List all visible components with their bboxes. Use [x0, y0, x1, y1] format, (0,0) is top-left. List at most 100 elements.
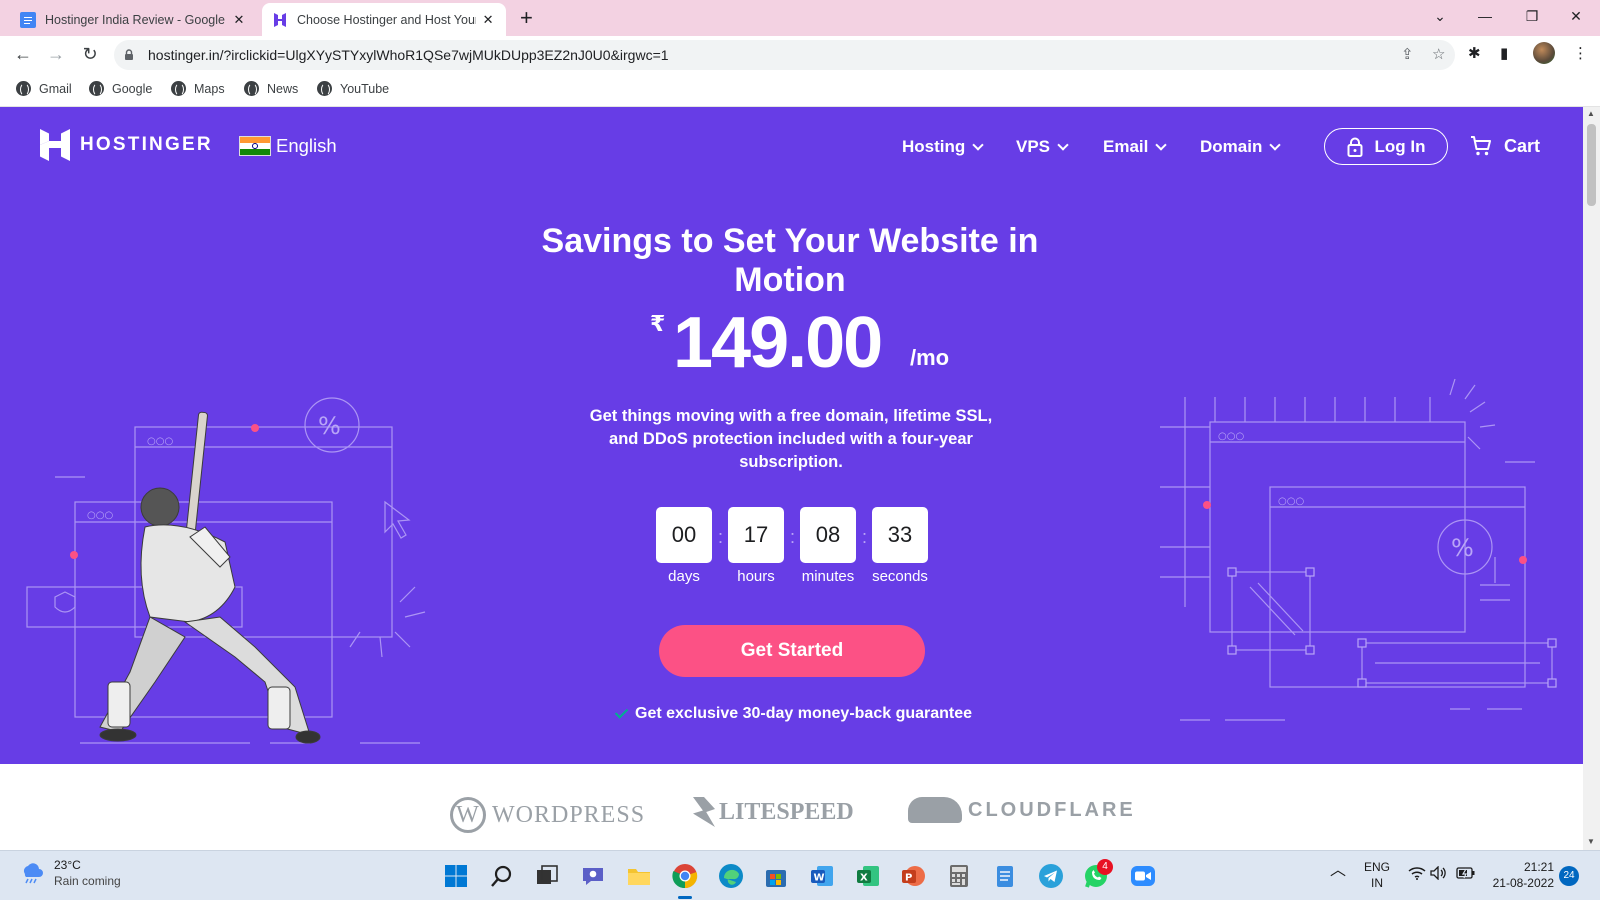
bookmark-google[interactable]: Google	[89, 81, 152, 96]
countdown-hours: 17 hours	[728, 507, 784, 585]
tab-search-chevron-icon[interactable]: ⌄	[1420, 4, 1460, 28]
telegram-icon[interactable]	[1038, 863, 1064, 889]
svg-text:%: %	[1451, 534, 1474, 562]
teams-chat-icon[interactable]	[580, 863, 606, 889]
price-display: ₹ 149.00 /mo	[650, 303, 970, 385]
scroll-up-arrow-icon[interactable]: ▲	[1587, 109, 1595, 118]
forward-arrow-icon[interactable]: →	[44, 42, 68, 66]
nav-label: Domain	[1200, 137, 1263, 156]
extensions-puzzle-icon[interactable]: ✱	[1468, 44, 1481, 62]
svg-text:X: X	[860, 873, 868, 884]
chrome-icon[interactable]	[672, 863, 698, 889]
browser-tab-docs[interactable]: Hostinger India Review - Google ✕	[10, 3, 260, 36]
web-page: HOSTINGER English Hosting VPS Email Doma…	[0, 107, 1583, 850]
microsoft-store-icon[interactable]	[763, 863, 789, 889]
cart-icon	[1471, 136, 1491, 156]
currency-symbol: ₹	[650, 311, 666, 336]
countdown-label: seconds	[872, 568, 928, 585]
input-language[interactable]: ENG IN	[1364, 859, 1390, 891]
login-button[interactable]: Log In	[1324, 128, 1448, 165]
restore-icon[interactable]: ❐	[1512, 4, 1552, 28]
scroll-down-arrow-icon[interactable]: ▼	[1587, 837, 1595, 846]
powerpoint-icon[interactable]: P	[900, 863, 926, 889]
tab-title: Hostinger India Review - Google	[45, 12, 225, 27]
countdown-label: minutes	[801, 568, 855, 585]
zoom-icon[interactable]	[1130, 863, 1156, 889]
browser-tab-hostinger[interactable]: Choose Hostinger and Host Your ✕	[262, 3, 506, 36]
reload-icon[interactable]: ↻	[78, 42, 102, 66]
file-explorer-icon[interactable]	[626, 863, 652, 889]
profile-avatar[interactable]	[1533, 42, 1555, 64]
bookmark-maps[interactable]: Maps	[171, 81, 225, 96]
price-amount: 149.00	[673, 303, 883, 383]
back-arrow-icon[interactable]: ←	[11, 42, 35, 66]
globe-icon	[317, 81, 332, 96]
chevron-down-icon	[1269, 138, 1282, 151]
page-scrollbar[interactable]: ▲ ▼	[1583, 107, 1600, 850]
bookmark-label: Gmail	[39, 81, 72, 96]
chevron-down-icon	[1057, 138, 1069, 151]
partner-cloudflare-logo: CLOUDFLARE	[908, 797, 1136, 823]
countdown-separator: :	[718, 527, 724, 547]
volume-icon[interactable]	[1430, 865, 1448, 884]
hostinger-logo[interactable]: HOSTINGER	[40, 129, 213, 161]
notification-center-badge[interactable]: 24	[1559, 866, 1579, 886]
calculator-icon[interactable]	[946, 863, 972, 889]
close-tab-icon[interactable]: ✕	[231, 12, 247, 28]
minimize-icon[interactable]: —	[1465, 4, 1505, 28]
bookmarks-bar: Gmail Google Maps News YouTube	[0, 73, 1600, 107]
india-flag-icon	[239, 136, 271, 156]
google-docs-icon	[20, 11, 36, 28]
notepad-icon[interactable]	[992, 863, 1018, 889]
bookmark-youtube[interactable]: YouTube	[317, 81, 389, 96]
side-panel-icon[interactable]: ▮	[1500, 44, 1508, 62]
windows-start-icon[interactable]	[443, 863, 469, 889]
menu-kebab-icon[interactable]: ⋮	[1573, 44, 1588, 62]
cricket-player-illustration: ○○○ ○○○ %	[26, 397, 426, 744]
rain-cloud-icon	[23, 863, 43, 884]
tab-title: Choose Hostinger and Host Your	[297, 12, 477, 27]
bookmark-gmail[interactable]: Gmail	[16, 81, 72, 96]
close-tab-icon[interactable]: ✕	[480, 12, 496, 28]
hostinger-logo-icon	[40, 129, 70, 161]
bookmark-news[interactable]: News	[244, 81, 298, 96]
edge-icon[interactable]	[718, 863, 744, 889]
partner-name: LITESPEED	[719, 798, 854, 825]
countdown-value: 00	[656, 507, 712, 563]
weather-widget[interactable]: 23°C Rain coming	[20, 858, 121, 888]
show-hidden-icons-chevron-icon[interactable]: ︿	[1330, 863, 1346, 879]
wifi-icon[interactable]	[1408, 866, 1426, 884]
price-period: /mo	[910, 345, 950, 370]
browser-tab-strip: Hostinger India Review - Google ✕ Choose…	[0, 0, 1600, 36]
svg-text:○○○: ○○○	[147, 436, 173, 447]
language-selector[interactable]: English	[239, 135, 337, 157]
task-view-icon[interactable]	[534, 863, 560, 889]
excel-icon[interactable]: X	[855, 863, 881, 889]
active-app-indicator	[678, 896, 692, 899]
cloud-icon	[908, 797, 962, 823]
litespeed-icon	[693, 797, 715, 827]
clock[interactable]: 21:21 21-08-2022	[1488, 859, 1554, 891]
svg-text:%: %	[318, 412, 341, 440]
get-started-button[interactable]: Get Started	[659, 625, 925, 677]
search-icon[interactable]	[489, 863, 515, 889]
battery-charging-icon[interactable]	[1456, 866, 1476, 884]
money-back-guarantee: Get exclusive 30-day money-back guarante…	[614, 705, 972, 723]
close-window-icon[interactable]: ✕	[1556, 4, 1596, 28]
share-icon[interactable]: ⇪	[1401, 45, 1414, 63]
bookmark-star-icon[interactable]: ☆	[1432, 45, 1445, 63]
new-tab-plus-icon[interactable]: +	[520, 5, 533, 31]
countdown-seconds: 33 seconds	[872, 507, 928, 585]
countdown-value: 33	[872, 507, 928, 563]
nav-email[interactable]: Email	[1103, 137, 1168, 157]
scrollbar-thumb[interactable]	[1587, 124, 1596, 206]
login-label: Log In	[1374, 136, 1426, 156]
chevron-down-icon	[972, 138, 984, 151]
partner-name: WordPress	[492, 801, 646, 828]
nav-vps[interactable]: VPS	[1016, 137, 1069, 157]
word-icon[interactable]: W	[809, 863, 835, 889]
address-bar[interactable]: hostinger.in/?irclickid=UlgXYySTYxylWhoR…	[114, 40, 1455, 70]
nav-hosting[interactable]: Hosting	[902, 137, 984, 157]
cart-link[interactable]: Cart	[1470, 135, 1540, 157]
nav-domain[interactable]: Domain	[1200, 137, 1282, 157]
